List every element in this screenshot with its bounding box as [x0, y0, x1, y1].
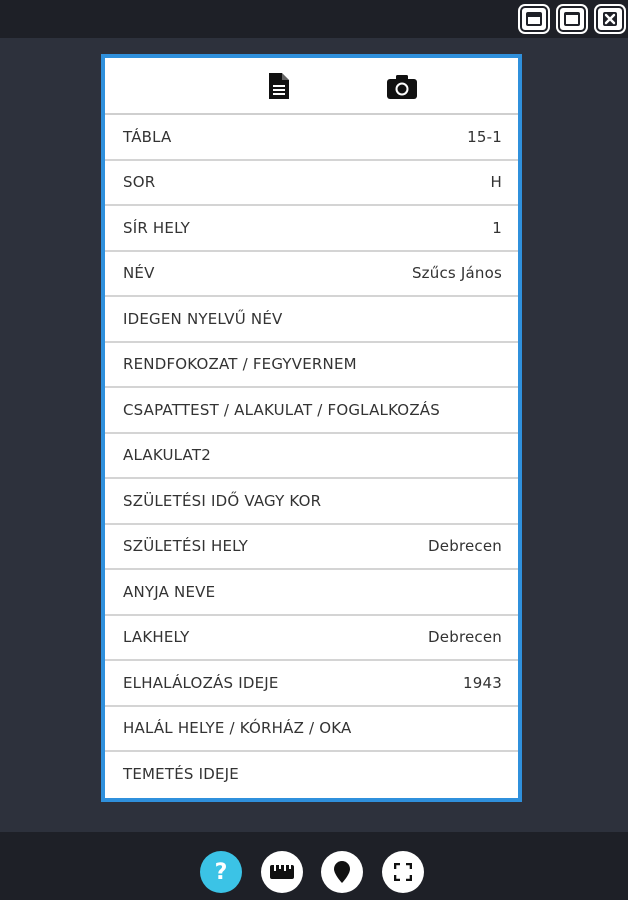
field-label: IDEGEN NYELVŰ NÉV	[123, 309, 283, 328]
minimize-button[interactable]	[520, 6, 548, 32]
field-label: HALÁL HELYE / KÓRHÁZ / OKA	[123, 719, 352, 738]
field-label: TÁBLA	[123, 127, 172, 146]
field-value: 15-1	[467, 127, 502, 146]
field-label: RENDFOKOZAT / FEGYVERNEM	[123, 355, 357, 374]
field-value: Debrecen	[428, 628, 502, 647]
field-label: SZÜLETÉSI IDŐ VAGY KOR	[123, 491, 322, 510]
field-row-temetes-ideje: TEMETÉS IDEJE	[105, 752, 518, 796]
field-row-rendfokozat: RENDFOKOZAT / FEGYVERNEM	[105, 343, 518, 388]
location-button[interactable]	[321, 851, 363, 893]
maximize-button[interactable]	[558, 6, 586, 32]
field-row-alakulat2: ALAKULAT2	[105, 434, 518, 479]
minimize-icon	[526, 12, 542, 26]
close-button[interactable]	[596, 6, 624, 32]
field-label: LAKHELY	[123, 628, 190, 647]
record-panel: TÁBLA 15-1 SOR H SÍR HELY 1 NÉV Szűcs János …	[101, 54, 522, 802]
field-row-tabla: TÁBLA 15-1	[105, 115, 518, 161]
field-row-elhalalozas-ideje: ELHALÁLOZÁS IDEJE 1943	[105, 661, 518, 707]
field-row-szuletesi-hely: SZÜLETÉSI HELY Debrecen	[105, 525, 518, 570]
window-title-bar	[0, 0, 628, 38]
field-label: SÍR HELY	[123, 218, 191, 237]
field-row-szuletesi-ido: SZÜLETÉSI IDŐ VAGY KOR	[105, 479, 518, 525]
field-value: 1	[492, 218, 502, 237]
help-icon: ?	[214, 859, 228, 885]
fullscreen-button[interactable]	[382, 851, 424, 893]
field-value: H	[490, 173, 502, 192]
field-row-idegen-nev: IDEGEN NYELVŰ NÉV	[105, 297, 518, 343]
field-value: Szűcs János	[411, 264, 502, 283]
record-fields: TÁBLA 15-1 SOR H SÍR HELY 1 NÉV Szűcs János …	[105, 115, 518, 796]
field-label: CSAPATTEST / ALAKULAT / FOGLALKOZÁS	[123, 400, 440, 419]
help-button[interactable]: ?	[200, 851, 242, 893]
field-row-lakhely: LAKHELY Debrecen	[105, 616, 518, 661]
field-label: ALAKULAT2	[123, 446, 211, 465]
close-icon	[603, 12, 617, 26]
panel-header	[105, 58, 518, 115]
field-label: SZÜLETÉSI HELY	[123, 537, 249, 556]
field-row-nev: NÉV Szűcs János	[105, 252, 518, 297]
field-label: TEMETÉS IDEJE	[123, 764, 239, 783]
fullscreen-icon	[394, 863, 412, 881]
field-row-halal-helye: HALÁL HELYE / KÓRHÁZ / OKA	[105, 707, 518, 752]
field-label: ANYJA NEVE	[123, 582, 216, 601]
maximize-icon	[564, 12, 580, 26]
field-row-anyja-neve: ANYJA NEVE	[105, 570, 518, 616]
bottom-toolbar: ?	[0, 832, 628, 900]
ruler-button[interactable]	[261, 851, 303, 893]
field-label: NÉV	[123, 264, 155, 283]
ruler-icon	[270, 865, 294, 879]
camera-icon[interactable]	[387, 75, 417, 103]
field-row-sor: SOR H	[105, 161, 518, 206]
field-value: Debrecen	[428, 537, 502, 556]
document-icon[interactable]	[269, 73, 289, 103]
location-pin-icon	[334, 861, 350, 883]
field-label: ELHALÁLOZÁS IDEJE	[123, 673, 279, 692]
field-row-csapattest: CSAPATTEST / ALAKULAT / FOGLALKOZÁS	[105, 388, 518, 434]
field-row-sir-hely: SÍR HELY 1	[105, 206, 518, 252]
field-value: 1943	[463, 673, 502, 692]
field-label: SOR	[123, 173, 156, 192]
